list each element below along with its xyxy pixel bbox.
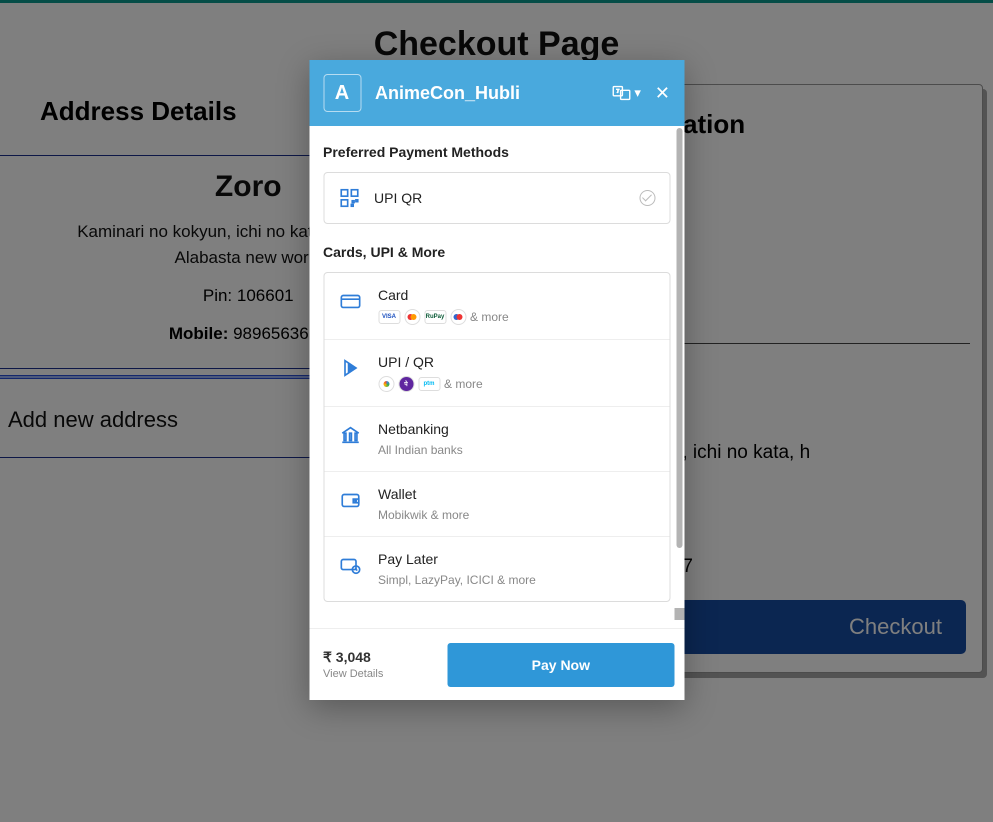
option-upi-qr[interactable]: UPI / QR पे ptm & more [324, 340, 669, 407]
rupay-chip: RuPay [424, 310, 446, 324]
pay-now-button[interactable]: Pay Now [448, 643, 674, 687]
option-subtitle: पे ptm & more [378, 376, 655, 392]
option-subtitle: All Indian banks [378, 443, 655, 457]
close-button[interactable]: ✕ [655, 84, 670, 102]
preferred-upi-qr-option[interactable]: UPI QR [323, 172, 670, 224]
option-pay-later[interactable]: Pay Later Simpl, LazyPay, ICICI & more [324, 537, 669, 601]
modal-header: A AnimeCon_Hubli ▾ ✕ [309, 60, 684, 126]
modal-footer: ₹ 3,048 View Details Pay Now [309, 628, 684, 700]
more-methods-label: Cards, UPI & More [323, 244, 670, 260]
option-subtitle: Mobikwik & more [378, 508, 655, 522]
option-title: Card [378, 287, 655, 303]
language-selector[interactable]: ▾ [610, 82, 641, 104]
scrollbar[interactable] [676, 126, 682, 600]
option-title: Netbanking [378, 421, 655, 437]
visa-chip: VISA [378, 310, 400, 324]
chevron-down-icon: ▾ [634, 85, 641, 101]
option-title: Wallet [378, 486, 655, 502]
close-icon: ✕ [655, 83, 670, 103]
translate-icon [610, 82, 632, 104]
view-details-link[interactable]: View Details [323, 668, 448, 680]
option-title: Pay Later [378, 551, 655, 567]
payment-modal: A AnimeCon_Hubli ▾ ✕ Preferred Payment M… [309, 60, 684, 700]
option-title: UPI / QR [378, 354, 655, 370]
modal-body: Preferred Payment Methods UPI QR Cards, … [309, 126, 684, 628]
option-card[interactable]: Card VISA RuPay & more [324, 273, 669, 340]
option-title: UPI QR [374, 190, 639, 206]
amount-total: ₹ 3,048 [323, 649, 448, 666]
scrollbar-thumb[interactable] [676, 128, 682, 548]
maestro-chip [450, 309, 466, 325]
merchant-logo: A [323, 74, 361, 112]
pay-later-icon [339, 554, 361, 576]
check-icon [639, 190, 655, 206]
option-netbanking[interactable]: Netbanking All Indian banks [324, 407, 669, 472]
phonepe-chip: पे [398, 376, 414, 392]
mastercard-chip [404, 309, 420, 325]
option-wallet[interactable]: Wallet Mobikwik & more [324, 472, 669, 537]
scrollbar-down-button[interactable] [674, 608, 684, 620]
card-icon [339, 290, 361, 312]
wallet-icon [339, 489, 361, 511]
bank-icon [339, 424, 361, 446]
upi-icon [339, 357, 361, 379]
paytm-chip: ptm [418, 377, 440, 391]
qr-icon [338, 187, 360, 209]
gpay-chip [378, 376, 394, 392]
merchant-name: AnimeCon_Hubli [375, 83, 610, 104]
preferred-methods-label: Preferred Payment Methods [323, 144, 670, 160]
option-subtitle: VISA RuPay & more [378, 309, 655, 325]
option-subtitle: Simpl, LazyPay, ICICI & more [378, 573, 655, 587]
